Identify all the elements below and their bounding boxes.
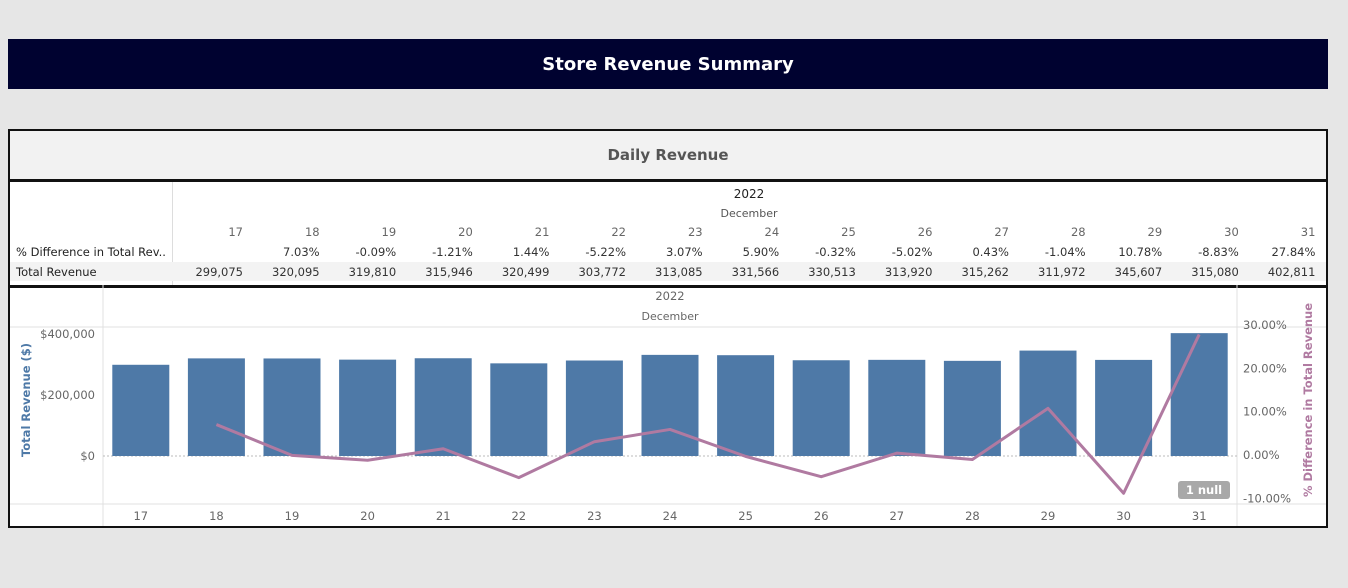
- x-axis-tick-label: 22: [511, 509, 526, 523]
- table-cell[interactable]: 402,811: [1245, 265, 1316, 279]
- panel-title: Daily Revenue: [607, 146, 729, 164]
- table-day-header: 26: [917, 225, 933, 239]
- y2-axis-tick-label: 20.00%: [1243, 361, 1287, 375]
- table-cell[interactable]: 311,972: [1016, 265, 1086, 279]
- table-cell[interactable]: 303,772: [556, 265, 626, 279]
- revenue-bar[interactable]: [641, 354, 699, 456]
- x-axis-tick-label: 21: [436, 509, 451, 523]
- y-axis-title: Total Revenue ($): [19, 343, 33, 457]
- y2-axis-tick-label: -10.00%: [1243, 491, 1291, 505]
- table-day-header: 28: [1070, 225, 1086, 239]
- table-cell[interactable]: 1.44%: [479, 245, 550, 259]
- table-day-header: 29: [1147, 225, 1163, 239]
- table-cell[interactable]: 3.07%: [633, 245, 703, 259]
- table-cell[interactable]: -5.22%: [556, 245, 626, 259]
- table-day-header: 18: [304, 225, 320, 239]
- y2-axis-tick-label: 0.00%: [1243, 448, 1280, 462]
- table-month-header: December: [720, 207, 778, 220]
- table-cell[interactable]: -1.04%: [1016, 245, 1086, 259]
- table-cell[interactable]: 313,085: [633, 265, 703, 279]
- table-cell[interactable]: -0.32%: [786, 245, 856, 259]
- revenue-bar[interactable]: [1019, 350, 1077, 456]
- combo-chart-svg[interactable]: 2022December$400,000$200,000$030.00%20.0…: [10, 285, 1326, 526]
- table-day-header: 17: [228, 225, 243, 239]
- table-day-header: 21: [534, 225, 550, 239]
- table-day-header: 20: [458, 225, 473, 239]
- x-axis-tick-label: 17: [133, 509, 148, 523]
- table-day-header: 19: [381, 225, 397, 239]
- table-cell[interactable]: 319,810: [326, 265, 397, 279]
- table-day-header: 30: [1224, 225, 1239, 239]
- dashboard-title: Store Revenue Summary: [542, 53, 794, 75]
- x-axis-tick-label: 19: [285, 509, 300, 523]
- revenue-bar[interactable]: [1170, 333, 1228, 456]
- table-cell[interactable]: 315,080: [1169, 265, 1239, 279]
- null-indicator[interactable]: 1 null: [1178, 481, 1230, 499]
- table-cell[interactable]: -0.09%: [326, 245, 397, 259]
- table-day-header: 23: [687, 225, 703, 239]
- revenue-bar[interactable]: [868, 359, 926, 456]
- y2-axis-tick-label: 30.00%: [1243, 318, 1287, 332]
- table-day-header: 27: [994, 225, 1009, 239]
- table-cell[interactable]: -5.02%: [862, 245, 933, 259]
- revenue-table[interactable]: 2022 December 17 18 19 20 21 22 23 24 25 26 27 28 29…: [10, 182, 1326, 288]
- table-day-header: 24: [764, 225, 780, 239]
- x-axis-tick-label: 28: [965, 509, 980, 523]
- table-day-header: 22: [611, 225, 626, 239]
- table-cell[interactable]: 0.43%: [939, 245, 1009, 259]
- table-day-header: 31: [1300, 225, 1316, 239]
- revenue-bar[interactable]: [112, 364, 170, 456]
- y-axis-tick-label: $0: [80, 449, 95, 463]
- panel-header: Daily Revenue: [10, 131, 1326, 182]
- table-cell[interactable]: 320,499: [479, 265, 550, 279]
- table-cell[interactable]: 315,946: [403, 265, 473, 279]
- x-axis-tick-label: 23: [587, 509, 602, 523]
- table-cell[interactable]: 5.90%: [709, 245, 780, 259]
- table-cell[interactable]: 7.03%: [250, 245, 320, 259]
- table-row-label: Total Revenue: [16, 265, 97, 279]
- table-cell[interactable]: 331,566: [709, 265, 780, 279]
- revenue-bar[interactable]: [943, 360, 1001, 456]
- table-day-header: 25: [841, 225, 856, 239]
- revenue-bar[interactable]: [717, 355, 775, 456]
- chart-year-header: 2022: [655, 289, 684, 303]
- null-badge-text: 1 null: [1186, 483, 1222, 497]
- x-axis-tick-label: 31: [1192, 509, 1207, 523]
- revenue-bar[interactable]: [1095, 359, 1153, 456]
- revenue-bar[interactable]: [339, 359, 397, 456]
- table-cell[interactable]: -1.21%: [403, 245, 473, 259]
- table-row-label: % Difference in Total Rev..: [16, 245, 166, 259]
- x-axis-tick-label: 18: [209, 509, 224, 523]
- x-axis-tick-label: 20: [360, 509, 375, 523]
- y2-axis-title: % Difference in Total Revenue: [1301, 303, 1315, 497]
- table-year-header: 2022: [733, 187, 765, 201]
- dashboard-title-bar: Store Revenue Summary: [8, 39, 1328, 89]
- table-cell[interactable]: -8.83%: [1169, 245, 1239, 259]
- x-axis-tick-label: 25: [738, 509, 753, 523]
- table-cell[interactable]: 345,607: [1092, 265, 1163, 279]
- table-cell[interactable]: 313,920: [862, 265, 933, 279]
- revenue-bar[interactable]: [792, 360, 850, 456]
- x-axis-tick-label: 24: [663, 509, 678, 523]
- table-cell[interactable]: 320,095: [250, 265, 320, 279]
- revenue-bar[interactable]: [414, 358, 472, 456]
- y2-axis-tick-label: 10.00%: [1243, 405, 1287, 419]
- x-axis-tick-label: 30: [1116, 509, 1131, 523]
- x-axis-tick-label: 27: [889, 509, 904, 523]
- revenue-bar[interactable]: [263, 358, 321, 456]
- y-axis-tick-label: $400,000: [40, 327, 95, 341]
- daily-revenue-panel: Daily Revenue 2022 December 17 18 19 20 21 22…: [8, 129, 1328, 528]
- table-cell[interactable]: 10.78%: [1092, 245, 1162, 259]
- table-cell[interactable]: 27.84%: [1245, 245, 1316, 259]
- daily-revenue-chart[interactable]: 2022 December $400,000 $200,000 $0 30.00% 20.0…: [10, 285, 1326, 526]
- x-axis-tick-label: 26: [814, 509, 829, 523]
- revenue-bar[interactable]: [490, 363, 548, 456]
- chart-month-header: December: [641, 310, 699, 323]
- x-axis-tick-label: 29: [1041, 509, 1056, 523]
- y-axis-tick-label: $200,000: [40, 388, 95, 402]
- revenue-bar[interactable]: [187, 358, 245, 456]
- table-cell[interactable]: 330,513: [786, 265, 856, 279]
- table-cell[interactable]: 315,262: [939, 265, 1009, 279]
- table-cell[interactable]: 299,075: [173, 265, 243, 279]
